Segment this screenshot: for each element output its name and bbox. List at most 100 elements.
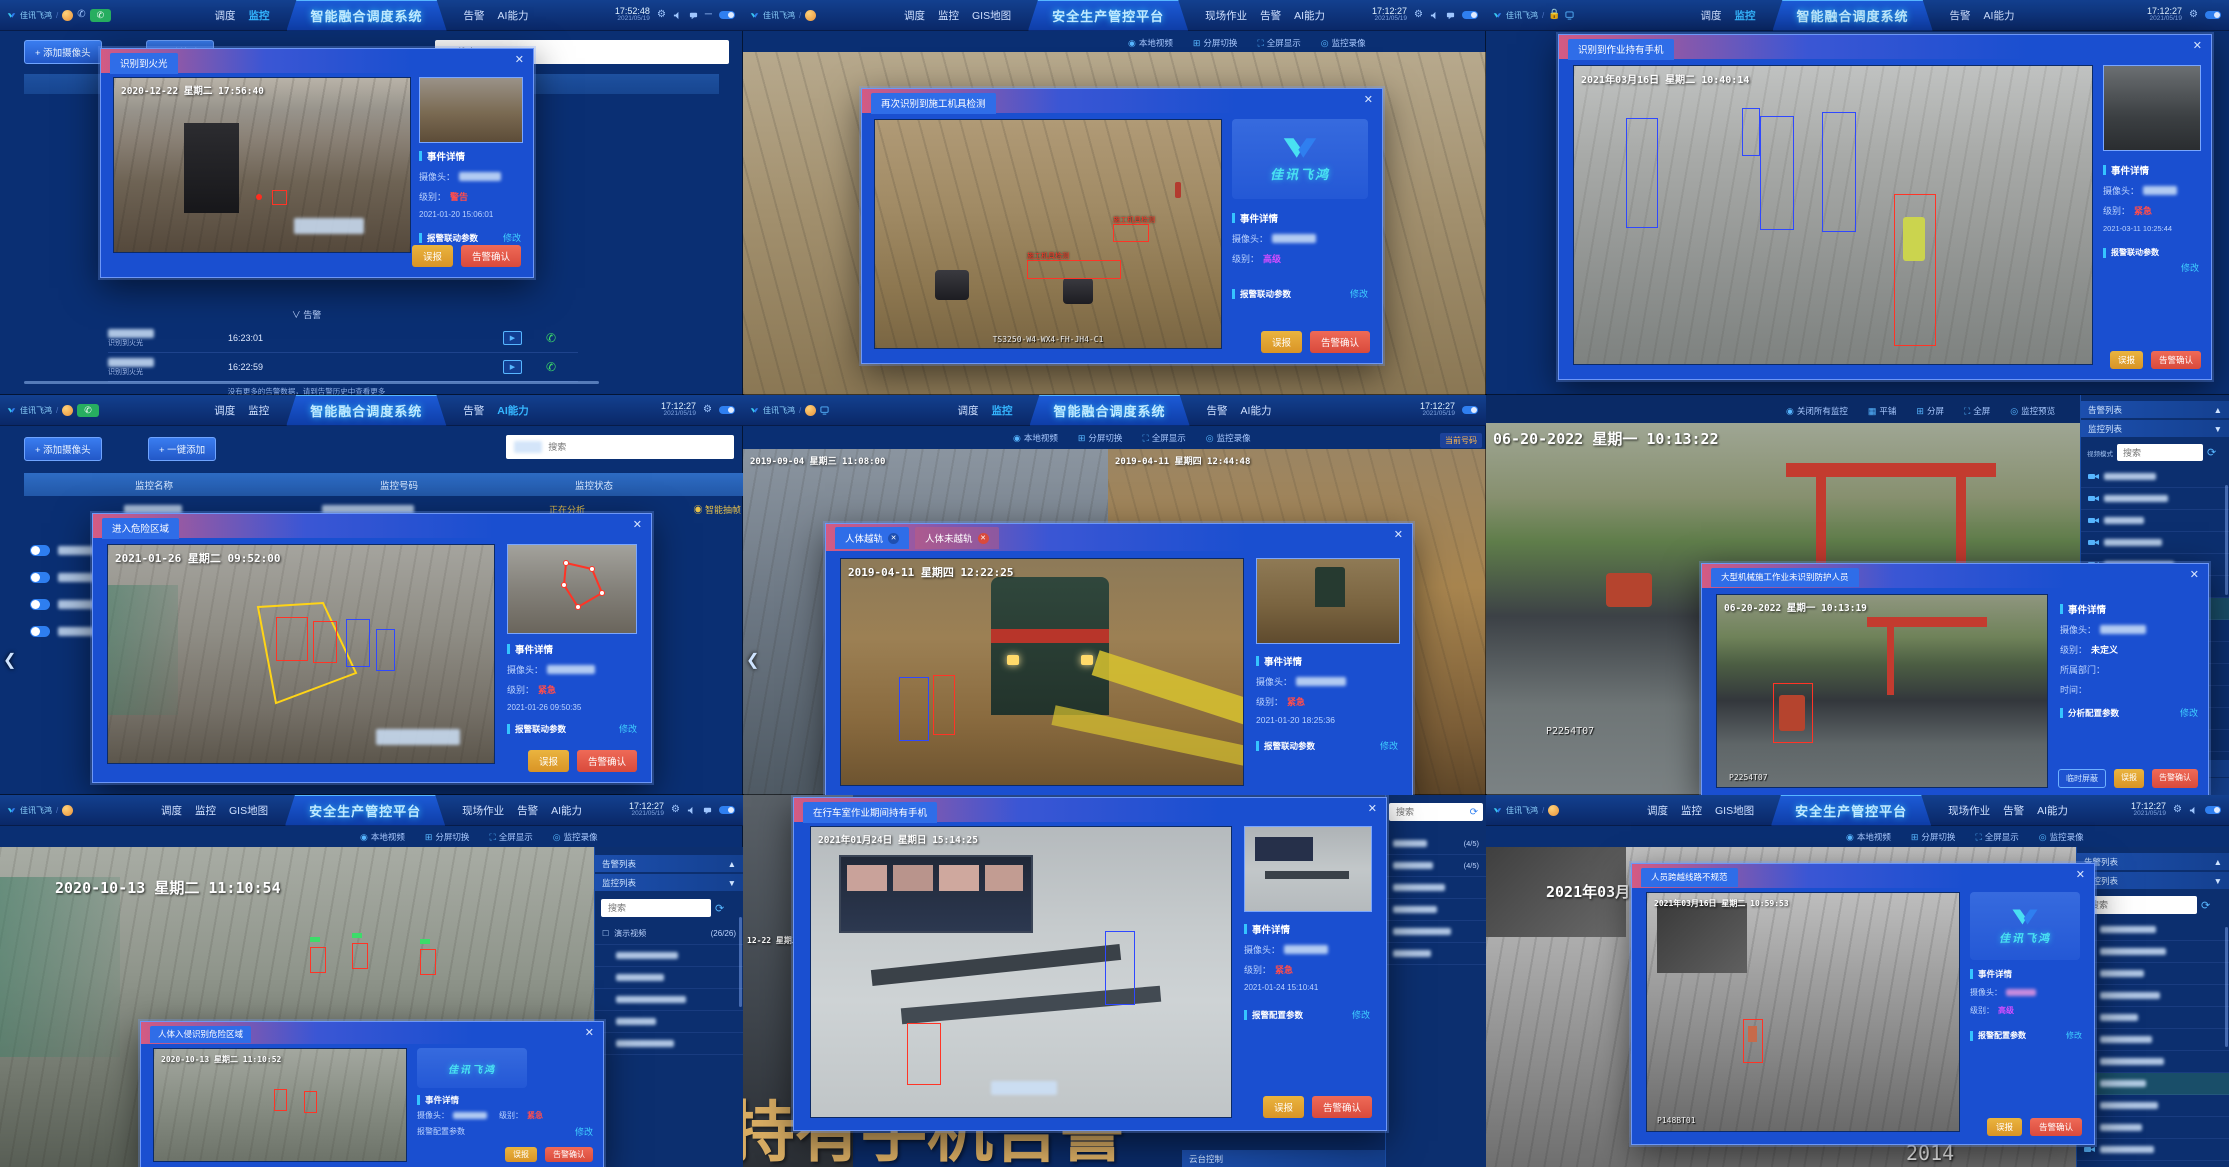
nav-alarm[interactable]: 告警 <box>1260 8 1281 23</box>
nav-gis[interactable]: GIS地图 <box>229 803 268 818</box>
nav-field-work[interactable]: 现场作业 <box>462 803 504 818</box>
sidebar-search[interactable] <box>601 899 711 917</box>
nav-ai[interactable]: AI能力 <box>1984 8 2015 23</box>
quick-add-button[interactable]: + 一键添加 <box>148 437 216 461</box>
tab-close-icon[interactable]: ✕ <box>888 533 899 544</box>
fullscreen-tool[interactable]: ⛶全屏显示 <box>489 831 532 843</box>
scrollbar-vertical[interactable] <box>739 917 742 1007</box>
power-toggle-icon[interactable] <box>719 11 735 19</box>
volume-icon[interactable] <box>1430 11 1439 20</box>
false-alarm-button[interactable]: 误报 <box>1261 331 1302 353</box>
close-icon[interactable]: ✕ <box>1364 93 1373 106</box>
confirm-alarm-button[interactable]: 告警确认 <box>2152 769 2198 788</box>
power-toggle-icon[interactable] <box>1462 406 1478 414</box>
recording-tool[interactable]: ◎监控录像 <box>1321 37 1366 49</box>
close-all-tool[interactable]: ◉关闭所有监控 <box>1786 405 1848 417</box>
alarm-row[interactable]: 识别到火光 16:22:59 ▶ ✆ <box>108 353 578 382</box>
volume-icon[interactable] <box>687 806 696 815</box>
lock-icon[interactable]: 🔒 <box>1548 10 1560 20</box>
settings-icon[interactable]: ⚙ <box>2173 805 2182 815</box>
confirm-alarm-button[interactable]: 告警确认 <box>2151 351 2201 369</box>
demo-video-row[interactable]: ☐ 演示视频 (26/26) <box>595 923 743 945</box>
camera-item[interactable] <box>2077 1095 2229 1117</box>
video-mode-label[interactable]: 视频模式 <box>2087 448 2113 458</box>
recording-tool[interactable]: ◎监控录像 <box>553 831 598 843</box>
nav-dispatch[interactable]: 调度 <box>215 8 236 23</box>
tab-crossing[interactable]: 人体越轨✕ <box>835 527 909 549</box>
nav-alarm[interactable]: 告警 <box>463 403 484 418</box>
close-icon[interactable]: ✕ <box>2190 568 2199 581</box>
camera-item[interactable] <box>2081 466 2229 488</box>
minimize-icon[interactable]: ─ <box>705 10 712 20</box>
nav-monitor[interactable]: 监控 <box>1681 803 1702 818</box>
close-icon[interactable]: ✕ <box>1394 528 1403 541</box>
dialog-title-tab[interactable]: 识别到火光 <box>110 53 178 74</box>
power-toggle-icon[interactable] <box>719 406 735 414</box>
modify-link[interactable]: 修改 <box>1380 739 1398 752</box>
nav-alarm[interactable]: 告警 <box>464 8 485 23</box>
alarm-collapse[interactable]: ∨ 告警 <box>0 308 613 321</box>
false-alarm-button[interactable]: 误报 <box>2110 351 2143 369</box>
sidebar-search-input[interactable] <box>606 902 706 914</box>
confirm-alarm-button[interactable]: 告警确认 <box>545 1147 593 1162</box>
nav-ai[interactable]: AI能力 <box>497 403 529 418</box>
tile-tool[interactable]: ▦平铺 <box>1868 405 1897 417</box>
camera-item[interactable] <box>1386 943 1486 965</box>
recording-tool[interactable]: ◎监控录像 <box>2039 831 2084 843</box>
camera-item[interactable] <box>2077 919 2229 941</box>
toggle-icon[interactable] <box>30 626 50 637</box>
nav-dispatch[interactable]: 调度 <box>904 8 925 23</box>
sidebar-search-input[interactable] <box>2121 447 2199 459</box>
dialog-title-tab[interactable]: 再次识别到施工机具检测 <box>871 93 996 114</box>
call-back-icon[interactable]: ✆ <box>546 331 556 345</box>
nav-alarm[interactable]: 告警 <box>1950 8 1971 23</box>
smart-frame-tag[interactable]: ◉ 智能抽帧 <box>693 503 741 516</box>
nav-dispatch[interactable]: 调度 <box>1701 8 1722 23</box>
nav-alarm[interactable]: 告警 <box>517 803 538 818</box>
message-icon[interactable] <box>1446 11 1455 20</box>
camera-item[interactable] <box>595 945 743 967</box>
confirm-alarm-button[interactable]: 告警确认 <box>461 245 521 267</box>
nav-dispatch[interactable]: 调度 <box>958 403 979 418</box>
volume-icon[interactable] <box>673 11 682 20</box>
power-toggle-icon[interactable] <box>2205 806 2221 814</box>
nav-alarm[interactable]: 告警 <box>2003 803 2024 818</box>
carousel-left-arrow[interactable]: ❮ <box>3 650 16 670</box>
camera-item[interactable] <box>2077 985 2229 1007</box>
nav-monitor[interactable]: 监控 <box>1735 8 1756 23</box>
split-screen-tool[interactable]: ⊞分屏切换 <box>1911 831 1956 843</box>
call-back-icon[interactable]: ✆ <box>546 360 556 374</box>
dialog-title-tab[interactable]: 在行车室作业期间持有手机 <box>803 802 937 823</box>
close-icon[interactable]: ✕ <box>2193 39 2202 52</box>
settings-icon[interactable]: ⚙ <box>703 405 712 415</box>
local-video-tool[interactable]: ◉本地视频 <box>1128 37 1173 49</box>
false-alarm-button[interactable]: 误报 <box>2114 769 2144 788</box>
modify-link[interactable]: 修改 <box>619 722 637 735</box>
monitor-icon[interactable] <box>820 406 829 415</box>
toggle-icon[interactable] <box>30 545 50 556</box>
scrollbar-vertical[interactable] <box>2225 485 2228 595</box>
dialog-title-tab[interactable]: 大型机械施工作业未识别防护人员 <box>1711 568 1859 587</box>
avatar[interactable] <box>805 10 816 21</box>
nav-ai[interactable]: AI能力 <box>1294 8 1325 23</box>
add-camera-button[interactable]: + 添加摄像头 <box>24 437 102 461</box>
toggle-icon[interactable] <box>30 572 50 583</box>
local-video-tool[interactable]: ◉本地视频 <box>1013 432 1058 444</box>
nav-alarm[interactable]: 告警 <box>1207 403 1228 418</box>
camera-item[interactable] <box>2077 1007 2229 1029</box>
dialog-title-tab[interactable]: 人员跨越线路不规范 <box>1641 868 1738 887</box>
checkbox-icon[interactable]: ☐ <box>602 929 609 938</box>
refresh-icon[interactable]: ⟳ <box>715 902 724 915</box>
nav-monitor[interactable]: 监控 <box>249 8 270 23</box>
camera-item[interactable] <box>2077 963 2229 985</box>
refresh-icon[interactable]: ⟳ <box>2207 446 2216 459</box>
close-icon[interactable]: ✕ <box>515 53 524 66</box>
video-play-icon[interactable]: ▶ <box>503 331 522 345</box>
scrollbar-vertical[interactable] <box>2225 927 2228 1047</box>
sidebar-search[interactable]: ⟳ <box>1389 803 1483 821</box>
nav-ai[interactable]: AI能力 <box>498 8 529 23</box>
camera-list-bar[interactable]: 监控列表▼ <box>2081 420 2229 437</box>
group-row[interactable]: (4/5) <box>1386 833 1486 855</box>
alarm-row[interactable]: 识别到火光 16:23:01 ▶ ✆ <box>108 324 578 353</box>
power-toggle-icon[interactable] <box>1462 11 1478 19</box>
